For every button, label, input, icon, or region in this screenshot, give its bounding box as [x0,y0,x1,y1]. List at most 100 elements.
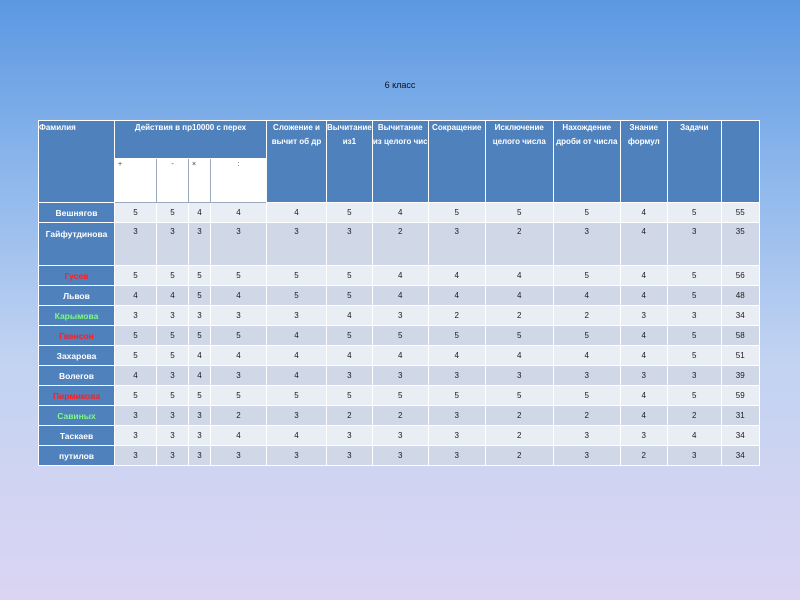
score-cell: 5 [666,345,722,366]
score-cell: 5 [326,265,373,286]
score-cell: 5 [326,385,373,406]
score-cell: 4 [619,265,668,286]
score-cell: 4 [266,325,327,346]
score-cell: 5 [188,285,211,306]
score-cell: 5 [188,325,211,346]
score-cell: 5 [266,385,327,406]
header-frac-of-num: Нахождение дроби от числа [552,120,621,203]
score-cell: 5 [156,265,189,286]
table-row: Карымова 3 3 3 3 3 4 3 2 2 2 3 3 34 [38,305,760,326]
score-cell: 3 [114,425,157,446]
score-cell: 3 [371,445,429,466]
score-cell: 4 [619,345,668,366]
score-cell: 5 [427,325,486,346]
table-row: Вешнягов 5 5 4 4 4 5 4 5 5 5 4 5 55 [38,202,760,223]
score-cell: 3 [427,445,486,466]
slide-title: 6 класс [384,80,416,90]
score-cell: 2 [552,405,621,426]
header-sub1: Вычитание из1 [326,120,373,203]
score-cell: 4 [619,325,668,346]
total-cell: 59 [720,385,760,406]
score-cell: 3 [188,222,211,266]
score-cell: 3 [188,425,211,446]
score-cell: 3 [666,445,722,466]
table-row: Львов 4 4 5 4 5 5 4 4 4 4 4 5 48 [38,285,760,306]
score-cell: 2 [326,405,373,426]
score-cell: 5 [156,202,189,223]
score-cell: 3 [326,445,373,466]
score-cell: 2 [484,405,554,426]
score-cell: 3 [619,365,668,386]
score-cell: 3 [266,222,327,266]
score-cell: 5 [326,325,373,346]
score-cell: 4 [210,345,267,366]
score-cell: 3 [188,405,211,426]
total-cell: 31 [720,405,760,426]
total-cell: 39 [720,365,760,386]
score-cell: 3 [114,222,157,266]
score-cell: 3 [371,305,429,326]
score-cell: 3 [666,365,722,386]
score-cell: 4 [266,202,327,223]
score-cell: 2 [371,222,429,266]
score-cell: 4 [619,385,668,406]
total-cell: 34 [720,425,760,446]
score-cell: 3 [427,222,486,266]
score-cell: 3 [427,405,486,426]
table-row: Савиных 3 3 3 2 3 2 2 3 2 2 4 2 31 [38,405,760,426]
score-cell: 3 [427,425,486,446]
score-cell: 3 [156,425,189,446]
student-name: Таскаев [38,425,115,446]
score-cell: 5 [156,325,189,346]
score-cell: 2 [371,405,429,426]
score-cell: 3 [371,425,429,446]
score-cell: 5 [114,202,157,223]
score-cell: 5 [326,202,373,223]
score-cell: 4 [114,285,157,306]
results-table: Фамилия Действия в пр10000 с перех Сложе… [38,120,760,466]
score-cell: 3 [156,405,189,426]
score-cell: 4 [210,202,267,223]
score-cell: 3 [552,222,621,266]
score-cell: 5 [210,325,267,346]
student-name: Гусев [38,265,115,286]
total-cell: 48 [720,285,760,306]
score-cell: 3 [619,425,668,446]
score-cell: 3 [427,365,486,386]
score-cell: 3 [210,365,267,386]
total-cell: 56 [720,265,760,286]
student-name: Пирмикова [38,385,115,406]
score-cell: 5 [484,385,554,406]
score-cell: 5 [188,265,211,286]
score-cell: 2 [484,445,554,466]
score-cell: 5 [156,345,189,366]
score-cell: 2 [484,305,554,326]
score-cell: 5 [552,325,621,346]
header-surname: Фамилия [38,120,115,203]
score-cell: 2 [666,405,722,426]
score-cell: 4 [552,345,621,366]
total-cell: 35 [720,222,760,266]
header-total [720,120,760,203]
score-cell: 4 [326,305,373,326]
score-cell: 3 [326,222,373,266]
score-cell: 5 [484,202,554,223]
header-tasks: Задачи [666,120,722,203]
score-cell: 2 [484,425,554,446]
student-name: Гайфутдинова [38,222,115,266]
score-cell: 4 [188,202,211,223]
score-cell: 5 [210,385,267,406]
score-cell: 5 [666,265,722,286]
student-name: Савиных [38,405,115,426]
score-cell: 4 [484,265,554,286]
score-cell: 5 [371,325,429,346]
score-cell: 3 [619,305,668,326]
score-cell: 5 [114,325,157,346]
total-cell: 51 [720,345,760,366]
op-minus: - [156,158,189,203]
table-row: Захарова 5 5 4 4 4 4 4 4 4 4 4 5 51 [38,345,760,366]
score-cell: 2 [619,445,668,466]
total-cell: 55 [720,202,760,223]
score-cell: 5 [114,385,157,406]
score-cell: 4 [427,345,486,366]
